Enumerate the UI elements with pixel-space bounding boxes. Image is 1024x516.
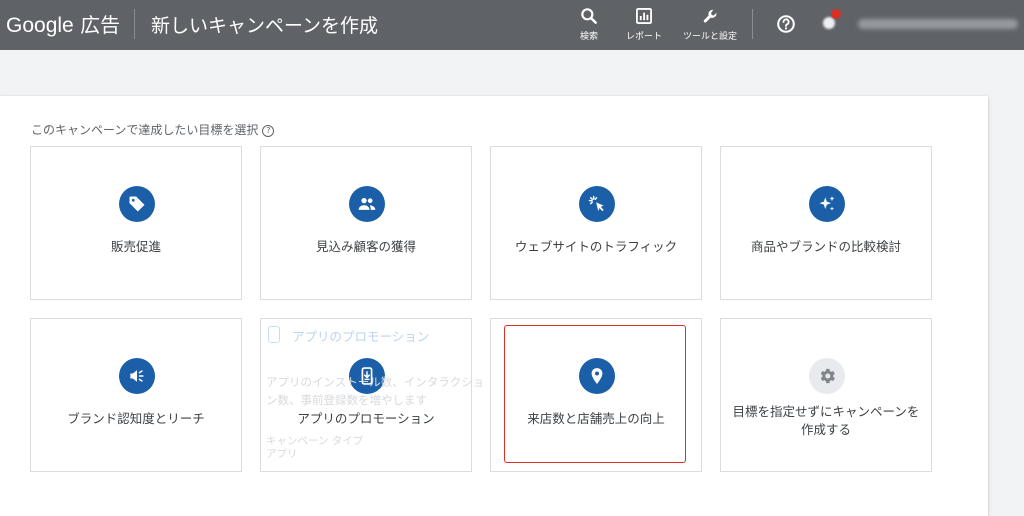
search-button[interactable]: 検索 xyxy=(558,6,620,42)
goal-prompt: このキャンペーンで達成したい目標を選択? xyxy=(31,121,275,138)
help-icon[interactable]: ? xyxy=(262,125,275,137)
wrench-icon xyxy=(703,9,717,23)
logo-brand: Google xyxy=(6,14,74,37)
goal-card-website-traffic[interactable]: ウェブサイトのトラフィック xyxy=(490,146,702,300)
report-button[interactable]: レポート xyxy=(613,6,675,42)
location-pin-icon xyxy=(579,358,615,394)
report-label: レポート xyxy=(625,32,662,42)
goal-card-consideration[interactable]: 商品やブランドの比較検討 xyxy=(720,146,932,300)
header-divider-right xyxy=(752,9,753,39)
search-icon xyxy=(581,8,597,24)
goal-label: 販売促進 xyxy=(110,239,161,254)
tools-settings-label: ツールと設定 xyxy=(682,32,737,42)
megaphone-icon xyxy=(119,358,155,394)
help-button[interactable] xyxy=(775,13,797,39)
goal-label: 見込み顧客の獲得 xyxy=(315,239,416,254)
people-icon xyxy=(349,186,385,222)
goal-card-leads[interactable]: 見込み顧客の獲得 xyxy=(260,146,472,300)
goal-card-app-promotion[interactable]: アプリのプロモーション xyxy=(260,318,472,472)
sparkle-icon xyxy=(809,186,845,222)
notification-button[interactable] xyxy=(820,9,841,32)
cursor-click-icon xyxy=(579,186,615,222)
phone-download-icon xyxy=(349,358,385,394)
google-ads-logo[interactable]: Google 広告 xyxy=(6,9,120,38)
goal-card-store-visits[interactable]: 来店数と店舗売上の向上 xyxy=(490,318,702,472)
page-title: 新しいキャンペーンを作成 xyxy=(151,15,379,37)
account-info-redacted[interactable] xyxy=(858,19,1018,29)
goal-label: 目標を指定せずにキャンペーンを作成する xyxy=(732,404,920,437)
goal-label: ウェブサイトのトラフィック xyxy=(514,239,678,254)
goal-card-sales[interactable]: 販売促進 xyxy=(30,146,242,300)
notification-badge xyxy=(831,9,841,19)
header-divider xyxy=(134,9,135,39)
gear-icon xyxy=(809,358,845,394)
help-icon xyxy=(777,15,795,33)
tools-settings-button[interactable]: ツールと設定 xyxy=(679,6,741,42)
report-icon xyxy=(636,8,652,24)
goal-card-no-goal[interactable]: 目標を指定せずにキャンペーンを作成する xyxy=(720,318,932,472)
goal-label: アプリのプロモーション xyxy=(297,411,435,426)
goal-label: 来店数と店舗売上の向上 xyxy=(527,411,665,426)
goal-prompt-text: このキャンペーンで達成したい目標を選択 xyxy=(31,123,259,137)
top-bar: Google 広告 新しいキャンペーンを作成 検索 レポート ツールと設定 xyxy=(0,0,1024,50)
goal-label: ブランド認知度とリーチ xyxy=(67,411,205,426)
notification-icon xyxy=(823,17,835,29)
goal-card-brand-awareness[interactable]: ブランド認知度とリーチ xyxy=(30,318,242,472)
goal-label: 商品やブランドの比較検討 xyxy=(750,239,901,254)
search-label: 検索 xyxy=(579,32,598,42)
logo-suffix: 広告 xyxy=(80,13,121,37)
tag-icon xyxy=(119,186,155,222)
